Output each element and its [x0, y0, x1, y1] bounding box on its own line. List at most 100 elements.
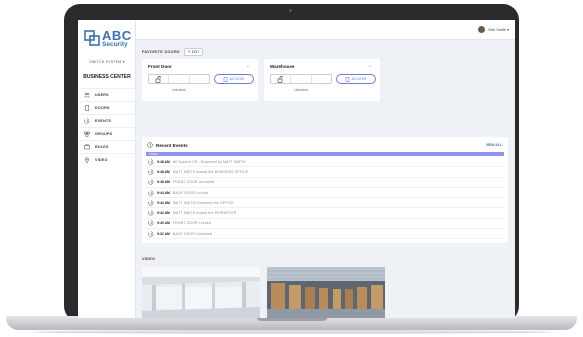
events-icon: [147, 142, 153, 148]
unlock-segment[interactable]: [149, 75, 170, 83]
door-icon: [224, 76, 228, 82]
event-text: All System Off - Disarmed by MATT SMITH: [172, 159, 246, 164]
event-time: 9:44 AM: [157, 200, 170, 205]
lock-segment[interactable]: [190, 75, 209, 83]
event-text: BACK DOOR Locked: [172, 190, 209, 195]
list-item[interactable]: 9:48 AM All System Off - Disarmed by MAT…: [146, 157, 504, 168]
lock-segment[interactable]: [312, 75, 331, 83]
middle-segment[interactable]: [291, 75, 312, 83]
list-item[interactable]: 9:32 AM BACK DOOR Unlocked: [146, 229, 504, 240]
webcam-icon: [289, 9, 292, 12]
event-text: MATT SMITH Disarmed the OFFICE: [172, 200, 234, 205]
switch-system-dropdown[interactable]: SWITCH SYSTEM ▾: [78, 60, 136, 64]
event-time: 9:40 AM: [157, 221, 170, 226]
unlock-segment[interactable]: [271, 75, 292, 83]
events-icon: [148, 200, 154, 206]
door-card-warehouse: Warehouse ⌄ ACCESS Unlocked: [264, 59, 380, 101]
events-icon: [84, 118, 90, 124]
sidebar-item-label: VIDEO: [95, 158, 108, 162]
event-text: FRONT DOOR Locked: [172, 221, 211, 226]
event-time: 9:32 AM: [157, 231, 170, 236]
office-camera-feed[interactable]: [142, 267, 260, 318]
chevron-down-icon[interactable]: ⌄: [246, 63, 250, 69]
events-icon: [148, 189, 154, 196]
access-button[interactable]: ACCESS: [214, 74, 254, 84]
sidebar-item-groups[interactable]: GROUPS: [78, 127, 136, 140]
laptop-shadow: [30, 330, 553, 334]
list-item[interactable]: 9:42 AM MATT SMITH Armed the PERIMETER: [146, 208, 504, 219]
edit-label: EDIT: [191, 50, 200, 54]
access-button[interactable]: ACCESS: [336, 74, 376, 84]
business-name: BUSINESS CENTER: [83, 74, 131, 80]
event-text: MATT SMITH Armed the PERIMETER: [172, 211, 237, 216]
recent-events-header: Recent Events: [147, 142, 188, 148]
door-lock-toggle[interactable]: [148, 74, 210, 84]
sidebar-item-label: RULES: [95, 145, 109, 149]
favorite-doors-title: FAVORITE DOORS: [142, 50, 180, 54]
video-icon: [84, 157, 90, 163]
door-status: Unlocked: [172, 88, 186, 92]
unlock-icon: [155, 75, 162, 83]
sidebar-item-label: EVENTS: [95, 119, 112, 123]
event-time: 9:42 AM: [157, 211, 170, 216]
door-lock-toggle[interactable]: [270, 74, 332, 84]
list-item[interactable]: 9:44 AM MATT SMITH Disarmed the OFFICE: [146, 198, 504, 209]
users-icon: [84, 92, 90, 98]
user-name: Rob Smith ▾: [488, 28, 509, 32]
sidebar-item-events[interactable]: EVENTS: [78, 114, 136, 127]
warehouse-camera-feed[interactable]: [267, 267, 385, 318]
event-text: MATT SMITH Armed the BUSINESS OFFICE: [172, 169, 249, 174]
list-item[interactable]: 9:44 AM BACK DOOR Locked: [146, 188, 504, 199]
door-icon: [346, 76, 350, 82]
unlock-icon: [277, 75, 284, 83]
events-icon: [148, 159, 154, 165]
door-icon: [84, 105, 90, 111]
door-name: Front Door: [148, 64, 172, 69]
door-name: Warehouse: [270, 64, 295, 69]
edit-favorites-button[interactable]: ✎ EDIT: [183, 48, 204, 56]
events-icon: [148, 231, 154, 237]
avatar: [478, 26, 486, 33]
app-screen: ABC Security SWITCH SYSTEM ▾ BUSINESS CE…: [78, 20, 515, 318]
access-label: ACCESS: [229, 77, 245, 81]
event-time: 9:44 AM: [157, 190, 170, 195]
events-icon: [148, 169, 154, 175]
logo-subtext: Security: [102, 41, 128, 48]
recent-events-title: Recent Events: [156, 142, 188, 148]
sidebar-item-users[interactable]: USERS: [78, 88, 136, 101]
events-icon: [148, 179, 154, 185]
sidebar-item-doors[interactable]: DOORS: [78, 101, 136, 114]
abc-security-logo[interactable]: ABC Security: [84, 28, 132, 52]
event-group-header: TODAY: [146, 152, 504, 156]
event-time: 9:48 AM: [157, 169, 170, 174]
sidebar-item-rules[interactable]: RULES: [78, 140, 136, 153]
access-label: ACCESS: [351, 77, 367, 81]
main-content: FAVORITE DOORS ✎ EDIT Front Door ⌄ ACCES…: [136, 40, 515, 318]
list-item[interactable]: 9:48 AM MATT SMITH Armed the BUSINESS OF…: [146, 167, 504, 178]
events-icon: [148, 210, 154, 216]
chevron-down-icon[interactable]: ⌄: [368, 63, 372, 69]
view-all-link[interactable]: VIEW ALL: [486, 143, 502, 147]
recent-events-card: Recent Events VIEW ALL TODAY 9:48 AM All…: [142, 137, 508, 243]
sidebar: ABC Security SWITCH SYSTEM ▾ BUSINESS CE…: [78, 20, 136, 318]
video-section-title: VIDEO: [142, 257, 156, 261]
middle-segment[interactable]: [169, 75, 190, 83]
logo-mark-icon: [84, 30, 100, 46]
sidebar-item-video[interactable]: VIDEO: [78, 153, 136, 166]
door-status: Unlocked: [294, 88, 308, 92]
list-item[interactable]: 9:48 AM FRONT DOOR Unlocked: [146, 178, 504, 188]
event-time: 9:48 AM: [157, 159, 170, 164]
sidebar-nav: USERS DOORS EVENTS GROUPS RULES VIDEO: [78, 88, 136, 166]
sidebar-item-label: USERS: [95, 93, 109, 97]
event-time: 9:48 AM: [157, 180, 170, 185]
favorite-doors-header: FAVORITE DOORS ✎ EDIT: [142, 48, 204, 56]
door-card-front-door: Front Door ⌄ ACCESS Unlocked: [142, 59, 258, 101]
list-item[interactable]: 9:40 AM FRONT DOOR Locked: [146, 219, 504, 230]
groups-icon: [84, 131, 90, 137]
top-bar: Rob Smith ▾: [136, 20, 515, 40]
user-menu[interactable]: Rob Smith ▾: [478, 26, 509, 33]
events-icon: [148, 220, 154, 226]
event-list: 9:48 AM All System Off - Disarmed by MAT…: [146, 157, 504, 240]
sidebar-item-label: DOORS: [95, 106, 110, 110]
event-text: FRONT DOOR Unlocked: [172, 180, 215, 185]
